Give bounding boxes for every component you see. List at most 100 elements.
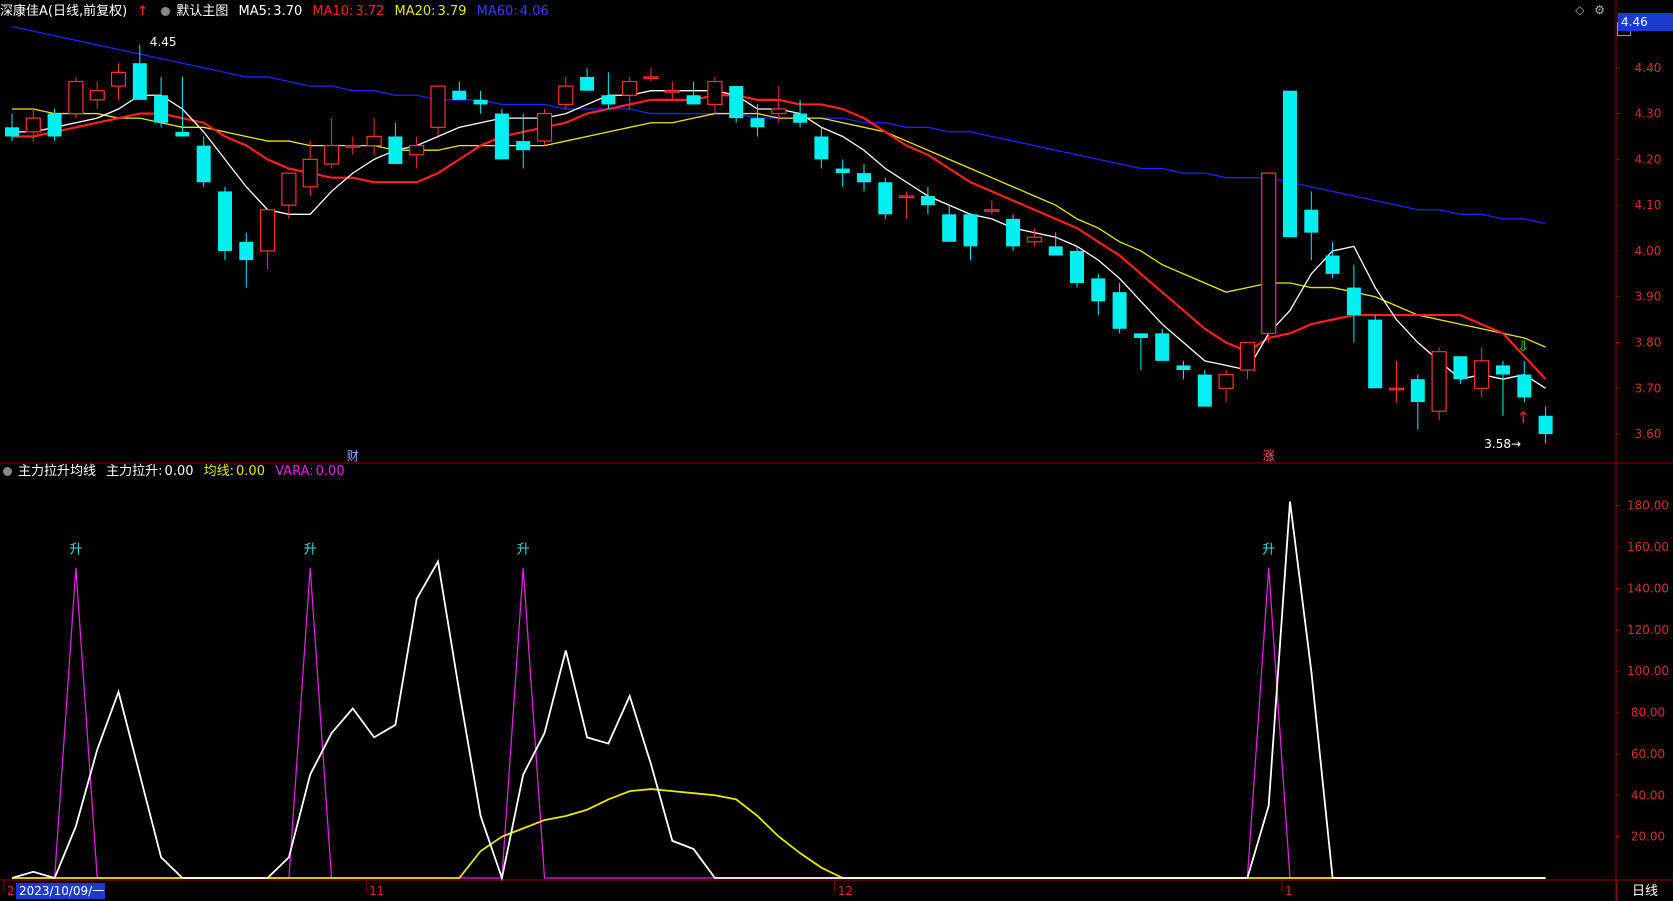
candle-body — [345, 145, 361, 148]
series-VARA-line — [12, 567, 1546, 879]
candle-body — [1517, 374, 1532, 398]
candle-body — [5, 127, 19, 137]
y-tick-label: 180.00 — [1627, 499, 1669, 513]
candle-body — [984, 209, 1000, 212]
y-tick-label: 3.70 — [1635, 381, 1662, 395]
stock-name[interactable]: 深康佳A — [0, 4, 48, 19]
y-tick-label: 100.00 — [1627, 664, 1669, 678]
y-tick-label: 140.00 — [1627, 581, 1669, 595]
series-均线-line — [12, 788, 1546, 879]
diamond-icon[interactable]: ◇ — [1575, 3, 1584, 17]
ma10-line — [12, 94, 1547, 380]
candle-body — [750, 118, 765, 128]
indicator-s2-label: 均线: — [203, 464, 235, 479]
period-label: (日线,前复权) — [47, 4, 128, 19]
chart-name[interactable]: 默认主图 — [176, 4, 228, 19]
candle-body — [218, 191, 232, 251]
candle-body — [814, 136, 829, 160]
candle-body — [664, 90, 680, 93]
candle-body — [388, 136, 403, 164]
candle-body — [1218, 373, 1234, 389]
candle-body — [1410, 379, 1425, 403]
candle-body — [1176, 365, 1191, 370]
y-tick-label: 4.00 — [1635, 244, 1662, 258]
circle-dot-icon[interactable] — [3, 467, 12, 476]
x-tick-label: 1 — [1285, 884, 1293, 898]
indicator-s3-label: VARA: — [275, 464, 314, 479]
candle-body — [878, 182, 893, 215]
candle-body — [154, 95, 169, 123]
candle-body — [729, 86, 744, 119]
candle-body — [558, 85, 574, 106]
ma60-label: MA60: — [476, 4, 518, 19]
candle-body — [323, 145, 340, 165]
candle-body — [1133, 333, 1148, 338]
low-price-label: 3.58→ — [1484, 437, 1521, 451]
candle-body — [281, 172, 297, 206]
candle-body — [1239, 341, 1256, 371]
y-tick-label: 3.60 — [1635, 427, 1662, 441]
series-主力拉升-line — [11, 501, 1546, 882]
y-tick-label: 120.00 — [1627, 623, 1669, 637]
circle-dot-icon[interactable] — [161, 7, 171, 16]
candle-body — [771, 108, 787, 115]
candle-body — [494, 113, 509, 160]
candle-body — [452, 90, 467, 100]
candle-body — [536, 112, 553, 142]
ma5-label: MA5: — [238, 4, 272, 19]
indicator-s3-value: 0.00 — [315, 464, 345, 479]
settings-icon[interactable]: ⚙ — [1594, 3, 1605, 17]
x-tick-label: 12 — [838, 884, 853, 898]
ma10-value: 3.72 — [355, 4, 385, 19]
y-tick-label: 4.40 — [1635, 61, 1662, 75]
rise-signal-label: 升 — [304, 543, 317, 558]
candle-body — [1474, 360, 1490, 389]
candle-body — [1091, 278, 1106, 302]
ma5-value: 3.70 — [273, 4, 303, 19]
candle-body — [580, 76, 595, 91]
rise-signal-label: 升 — [69, 543, 82, 558]
candle-body — [857, 173, 871, 183]
candle-body — [132, 63, 147, 100]
candle-body — [1325, 255, 1340, 274]
ma10-label: MA10: — [312, 4, 354, 19]
candle-body — [409, 145, 425, 156]
buy-arrow-icon: ↑ — [1517, 408, 1530, 427]
candle-body — [1026, 236, 1043, 243]
candle-body — [686, 95, 701, 105]
indicator-name[interactable]: 主力拉升均线 — [18, 464, 96, 479]
y-tick-label: 40.00 — [1631, 788, 1665, 802]
candle-body — [89, 90, 105, 101]
candle-body — [1304, 209, 1319, 233]
candle-body — [622, 80, 638, 96]
y-tick-label: 4.20 — [1635, 152, 1662, 166]
candle-body — [643, 76, 659, 80]
candle-body — [793, 113, 808, 123]
high-price-label: 4.45 — [150, 35, 177, 49]
candle-body — [110, 71, 127, 87]
x-tick-label: 11 — [369, 884, 384, 898]
candle-body — [942, 214, 957, 242]
candle-body — [1388, 387, 1405, 391]
candle-body — [1006, 218, 1021, 247]
y-tick-label: 20.00 — [1631, 830, 1665, 844]
indicator-s1-value: 0.00 — [164, 464, 194, 479]
current-price-label: 4.46 — [1618, 13, 1673, 31]
ma20-label: MA20: — [394, 4, 436, 19]
candle-body — [1431, 351, 1447, 412]
candle-body — [1070, 250, 1084, 283]
candle-body — [430, 85, 446, 128]
candle-body — [516, 141, 531, 151]
ma60-line — [11, 25, 1546, 225]
x-tick-label: 2 — [7, 884, 15, 898]
rise-signal-label: 升 — [1262, 543, 1275, 558]
arrow-up-icon: ↑ — [137, 4, 149, 19]
y-tick-label: 80.00 — [1631, 706, 1665, 720]
candle-body — [1155, 333, 1170, 361]
stock-chart[interactable]: 4.40 4.30 4.20 4.10 4.00 3.90 3.80 3.70 3.60 4.45… — [0, 0, 1673, 901]
candle-body — [1496, 365, 1510, 375]
period-tab[interactable]: 日线 — [1616, 882, 1673, 901]
rise-signal-label: 升 — [517, 543, 530, 558]
candle-body — [1346, 287, 1361, 316]
candle-body — [196, 145, 211, 183]
